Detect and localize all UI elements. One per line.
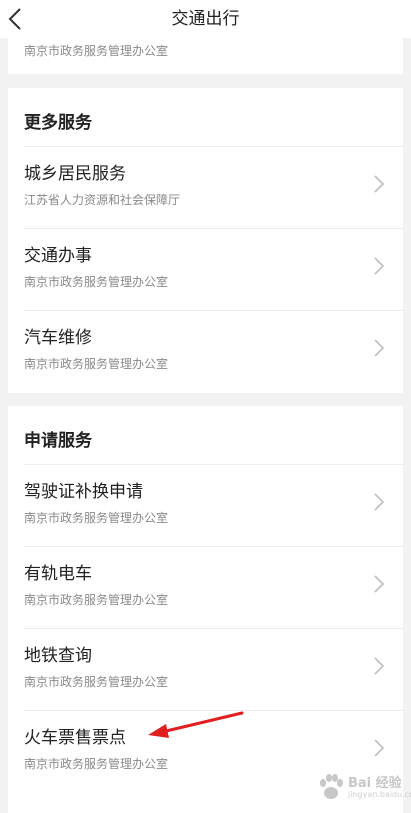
item-name: 汽车维修 (24, 328, 92, 348)
previous-item-org: 南京市政务服务管理办公室 (24, 44, 169, 58)
apply-services-section: 申请服务 驾驶证补换申请 南京市政务服务管理办公室 有轨电车 南京市政务服务管理… (8, 406, 403, 813)
chevron-right-icon (374, 493, 385, 511)
item-org: 南京市政务服务管理办公室 (24, 511, 169, 525)
chevron-right-icon (374, 175, 385, 193)
list-item-tram[interactable]: 有轨电车 南京市政务服务管理办公室 (8, 546, 403, 628)
item-org: 江苏省人力资源和社会保障厅 (24, 193, 181, 207)
item-name: 有轨电车 (24, 564, 92, 584)
more-services-section: 更多服务 城乡居民服务 江苏省人力资源和社会保障厅 交通办事 南京市政务服务管理… (8, 88, 403, 393)
list-item-urban-rural-resident-services[interactable]: 城乡居民服务 江苏省人力资源和社会保障厅 (8, 146, 403, 228)
item-name: 交通办事 (24, 246, 92, 266)
list-item-traffic-affairs[interactable]: 交通办事 南京市政务服务管理办公室 (8, 228, 403, 310)
item-org: 南京市政务服务管理办公室 (24, 275, 169, 289)
item-org: 南京市政务服务管理办公室 (24, 757, 169, 771)
red-arrow-icon (148, 711, 244, 738)
paw-icon (320, 774, 343, 799)
chevron-right-icon (374, 739, 385, 757)
section-title-more-services: 更多服务 (24, 113, 92, 133)
top-bar: 交通出行 (0, 0, 411, 38)
item-org: 南京市政务服务管理办公室 (24, 357, 169, 371)
item-name: 地铁查询 (24, 646, 92, 666)
page-title: 交通出行 (171, 9, 240, 29)
item-name: 驾驶证补换申请 (24, 482, 143, 502)
chevron-right-icon (374, 575, 385, 593)
list-item-license-replacement[interactable]: 驾驶证补换申请 南京市政务服务管理办公室 (8, 464, 403, 546)
chevron-right-icon (374, 657, 385, 675)
item-name: 城乡居民服务 (24, 164, 126, 184)
section-title-apply-services: 申请服务 (24, 431, 92, 451)
chevron-right-icon (374, 257, 385, 275)
list-item-metro-query[interactable]: 地铁查询 南京市政务服务管理办公室 (8, 628, 403, 710)
watermark-url: jingyan.baidu.com (348, 790, 411, 799)
item-name: 火车票售票点 (24, 728, 126, 748)
item-org: 南京市政务服务管理办公室 (24, 593, 169, 607)
chevron-right-icon (374, 339, 385, 357)
item-org: 南京市政务服务管理办公室 (24, 675, 169, 689)
watermark-text: Bai 经验 (348, 776, 402, 791)
watermark: Bai 经验 jingyan.baidu.com (318, 770, 411, 806)
list-item-car-repair[interactable]: 汽车维修 南京市政务服务管理办公室 (8, 310, 403, 392)
